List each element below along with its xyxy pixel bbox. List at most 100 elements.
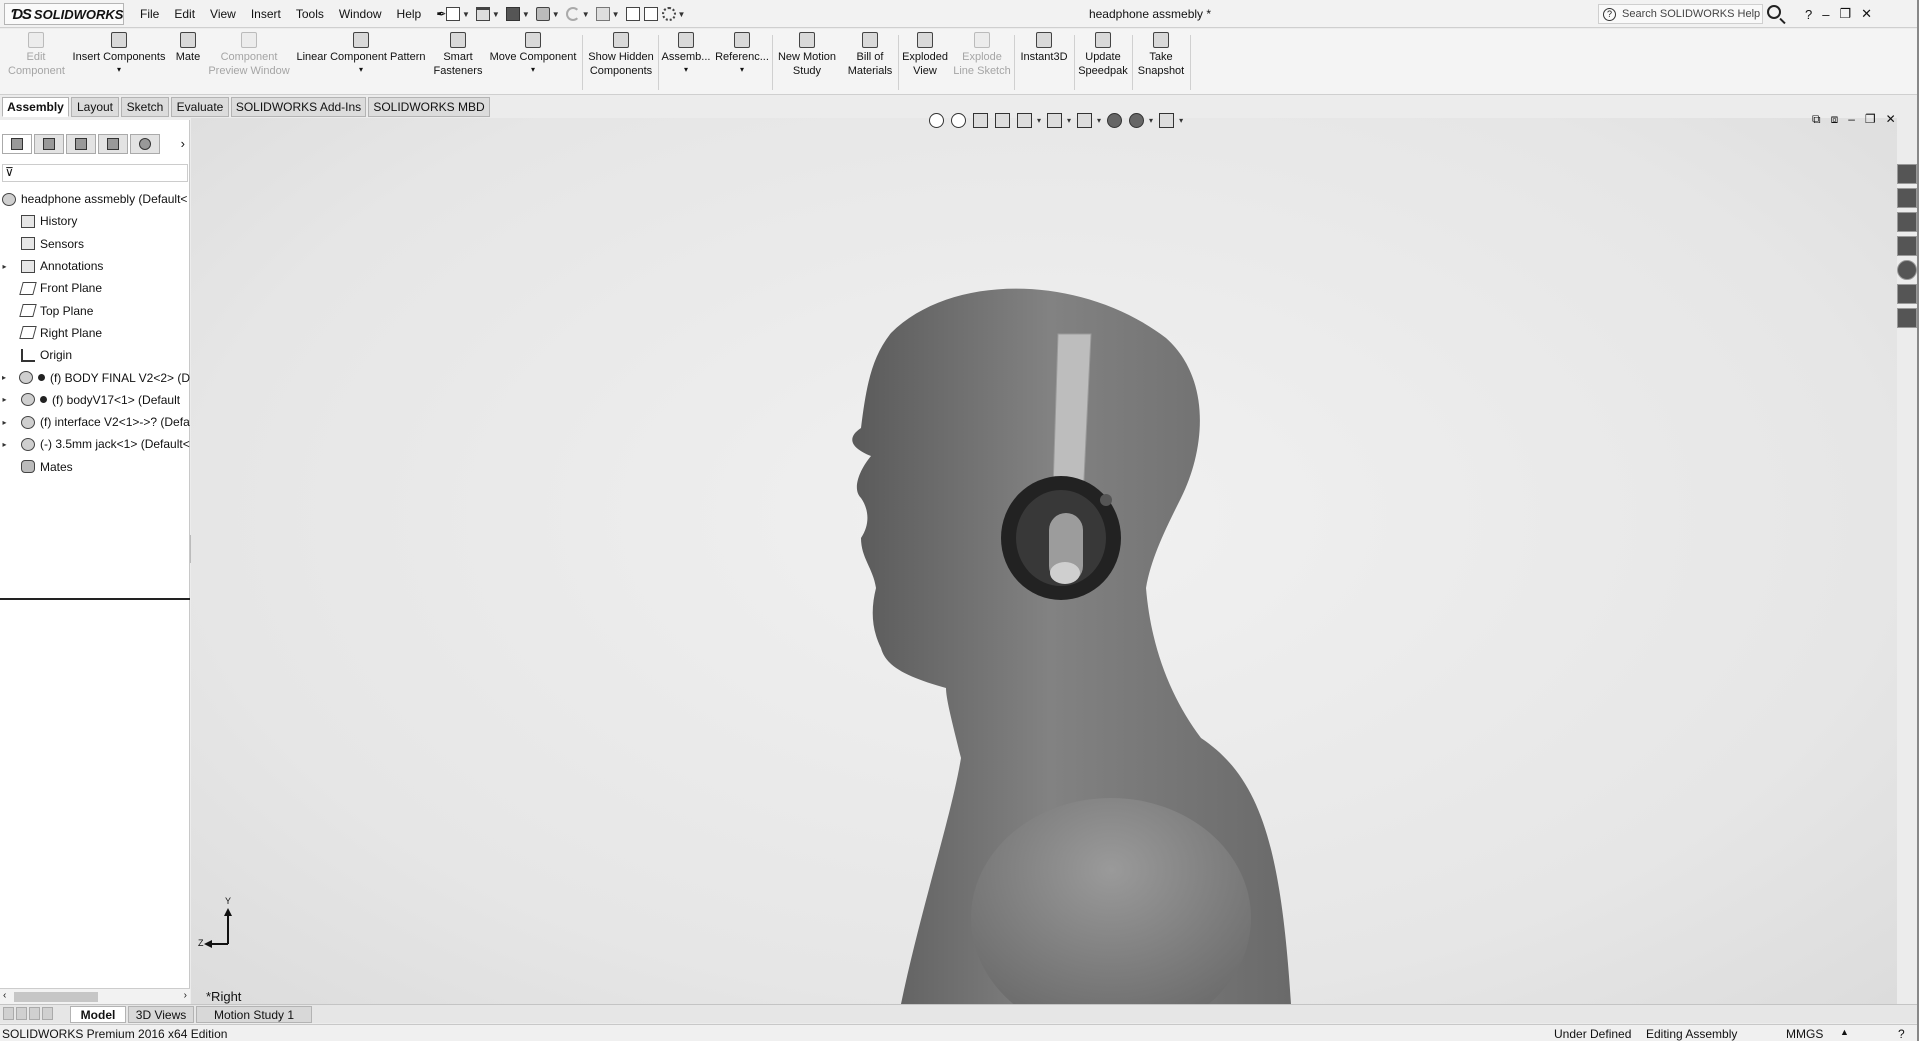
tree-item-front-plane[interactable]: Front Plane [0, 277, 190, 299]
tree-item-top-plane[interactable]: Top Plane [0, 299, 190, 321]
forum-icon[interactable] [1897, 308, 1917, 328]
menu-tools[interactable]: Tools [296, 7, 324, 21]
quick-tips-icon[interactable]: ? [1898, 1027, 1905, 1041]
appearances-icon[interactable] [1897, 260, 1917, 280]
first-tab-icon[interactable] [3, 1007, 14, 1020]
edit-component-button[interactable]: Edit Component [8, 32, 65, 78]
display-manager-tab[interactable] [130, 134, 160, 154]
feature-manager-tab[interactable] [2, 134, 32, 154]
reference-geometry-button[interactable]: Referenc... ▾ [714, 32, 770, 74]
select-icon[interactable] [595, 7, 610, 21]
scroll-right-icon[interactable]: › [184, 990, 187, 1001]
file-explorer-icon[interactable] [1897, 212, 1917, 232]
component-preview-button[interactable]: Component Preview Window [208, 32, 290, 78]
mate-button[interactable]: Mate [170, 32, 206, 64]
chevron-right-icon[interactable]: › [181, 136, 185, 151]
tree-item-bodyv17[interactable]: ▸ (f) bodyV17<1> (Default [0, 389, 190, 411]
section-view-icon[interactable] [995, 112, 1010, 128]
tree-item-origin[interactable]: Origin [0, 344, 190, 366]
insert-components-button[interactable]: Insert Components ▾ [70, 32, 168, 74]
horizontal-scrollbar[interactable]: ‹ › [0, 988, 190, 1004]
expand-arrow-icon[interactable]: ▸ [0, 373, 8, 382]
expand-arrow-icon[interactable]: ▸ [0, 262, 9, 271]
expand-arrow-icon[interactable]: ▸ [0, 395, 9, 404]
edit-appearance-icon[interactable] [1107, 112, 1123, 128]
help-button[interactable]: ? [1805, 7, 1812, 22]
tree-item-body-final[interactable]: ▸ (f) BODY FINAL V2<2> (D [0, 366, 190, 388]
design-library-icon[interactable] [1897, 188, 1917, 208]
menu-help[interactable]: Help [397, 7, 422, 21]
tab-motion-study-1[interactable]: Motion Study 1 [196, 1006, 312, 1023]
dropdown-arrow-icon[interactable]: ▾ [70, 66, 168, 74]
units-selector[interactable]: MMGS [1786, 1027, 1823, 1041]
menu-window[interactable]: Window [339, 7, 382, 21]
search-button[interactable] [1765, 3, 1787, 25]
previous-view-icon[interactable] [973, 112, 988, 128]
viewport-restore-button[interactable]: ❐ [1865, 112, 1876, 127]
dropdown-arrow-icon[interactable]: ▾ [660, 66, 712, 74]
tree-item-sensors[interactable]: Sensors [0, 233, 190, 255]
viewport-split-button[interactable]: ⧈ [1831, 112, 1839, 127]
tab-evaluate[interactable]: Evaluate [171, 97, 229, 117]
viewport-minimize-button[interactable]: – [1848, 112, 1855, 127]
display-style-icon[interactable] [1077, 112, 1093, 128]
new-doc-icon[interactable] [446, 7, 460, 21]
tab-solidworks-mbd[interactable]: SOLIDWORKS MBD [368, 97, 490, 117]
last-tab-icon[interactable] [42, 1007, 53, 1020]
property-manager-tab[interactable] [34, 134, 64, 154]
close-button[interactable]: ✕ [1861, 6, 1872, 22]
rebuild-icon[interactable] [625, 7, 640, 21]
tab-assembly[interactable]: Assembly [2, 97, 69, 117]
tab-solidworks-addins[interactable]: SOLIDWORKS Add-Ins [231, 97, 366, 117]
graphics-area[interactable]: Y Z *Right [191, 118, 1897, 1004]
configuration-manager-tab[interactable] [66, 134, 96, 154]
move-component-button[interactable]: Move Component ▾ [486, 32, 580, 74]
view-settings-icon[interactable] [1159, 112, 1175, 128]
scroll-left-icon[interactable]: ‹ [3, 990, 6, 1001]
menu-view[interactable]: View [210, 7, 236, 21]
dynamic-annotation-icon[interactable] [1017, 112, 1032, 128]
expand-arrow-icon[interactable]: ▸ [0, 440, 9, 449]
view-palette-icon[interactable] [1897, 236, 1917, 256]
zoom-to-fit-icon[interactable] [929, 112, 944, 128]
dropdown-arrow-icon[interactable]: ▾ [714, 66, 770, 74]
linear-pattern-button[interactable]: Linear Component Pattern ▾ [294, 32, 428, 74]
options-icon[interactable] [661, 7, 676, 21]
tree-filter[interactable]: ⊽ [2, 164, 188, 182]
next-tab-icon[interactable] [29, 1007, 40, 1020]
units-dropdown-icon[interactable]: ▲ [1840, 1027, 1849, 1037]
pin-icon[interactable]: ✒ [436, 7, 446, 21]
expand-arrow-icon[interactable]: ▸ [0, 418, 9, 427]
tab-sketch[interactable]: Sketch [121, 97, 169, 117]
headphone-model-view[interactable] [191, 118, 1897, 1004]
tree-item-annotations[interactable]: ▸ Annotations [0, 255, 190, 277]
smart-fasteners-button[interactable]: Smart Fasteners [430, 32, 486, 78]
show-hidden-components-button[interactable]: Show Hidden Components [584, 32, 658, 78]
menu-insert[interactable]: Insert [251, 7, 281, 21]
dropdown-arrow-icon[interactable]: ▾ [294, 66, 428, 74]
new-motion-study-button[interactable]: New Motion Study [774, 32, 840, 78]
viewport-tile-button[interactable]: ⧉ [1812, 112, 1821, 127]
view-orientation-icon[interactable] [1047, 112, 1063, 128]
minimize-button[interactable]: – [1822, 7, 1829, 22]
tree-item-right-plane[interactable]: Right Plane [0, 322, 190, 344]
open-icon[interactable] [475, 7, 490, 21]
tree-item-jack[interactable]: ▸ (-) 3.5mm jack<1> (Default< [0, 433, 190, 455]
rollback-bar[interactable] [0, 598, 190, 600]
exploded-view-button[interactable]: Exploded View [900, 32, 950, 78]
scroll-thumb[interactable] [14, 992, 98, 1002]
take-snapshot-button[interactable]: Take Snapshot [1134, 32, 1188, 78]
save-icon[interactable] [505, 7, 520, 21]
zoom-to-area-icon[interactable] [951, 112, 966, 128]
tree-item-interface[interactable]: ▸ (f) interface V2<1>->? (Defa [0, 411, 190, 433]
print-icon[interactable] [535, 7, 550, 21]
tree-root[interactable]: headphone assmebly (Default< [0, 188, 190, 210]
apply-scene-icon[interactable] [1129, 112, 1145, 128]
tab-model[interactable]: Model [70, 1006, 126, 1023]
custom-properties-icon[interactable] [1897, 284, 1917, 304]
solidworks-logo[interactable]: ƊS SOLIDWORKS [4, 3, 124, 25]
help-search-input[interactable]: ? Search SOLIDWORKS Help [1598, 4, 1763, 24]
tree-item-mates[interactable]: Mates [0, 456, 190, 478]
tab-layout[interactable]: Layout [71, 97, 119, 117]
prev-tab-icon[interactable] [16, 1007, 27, 1020]
